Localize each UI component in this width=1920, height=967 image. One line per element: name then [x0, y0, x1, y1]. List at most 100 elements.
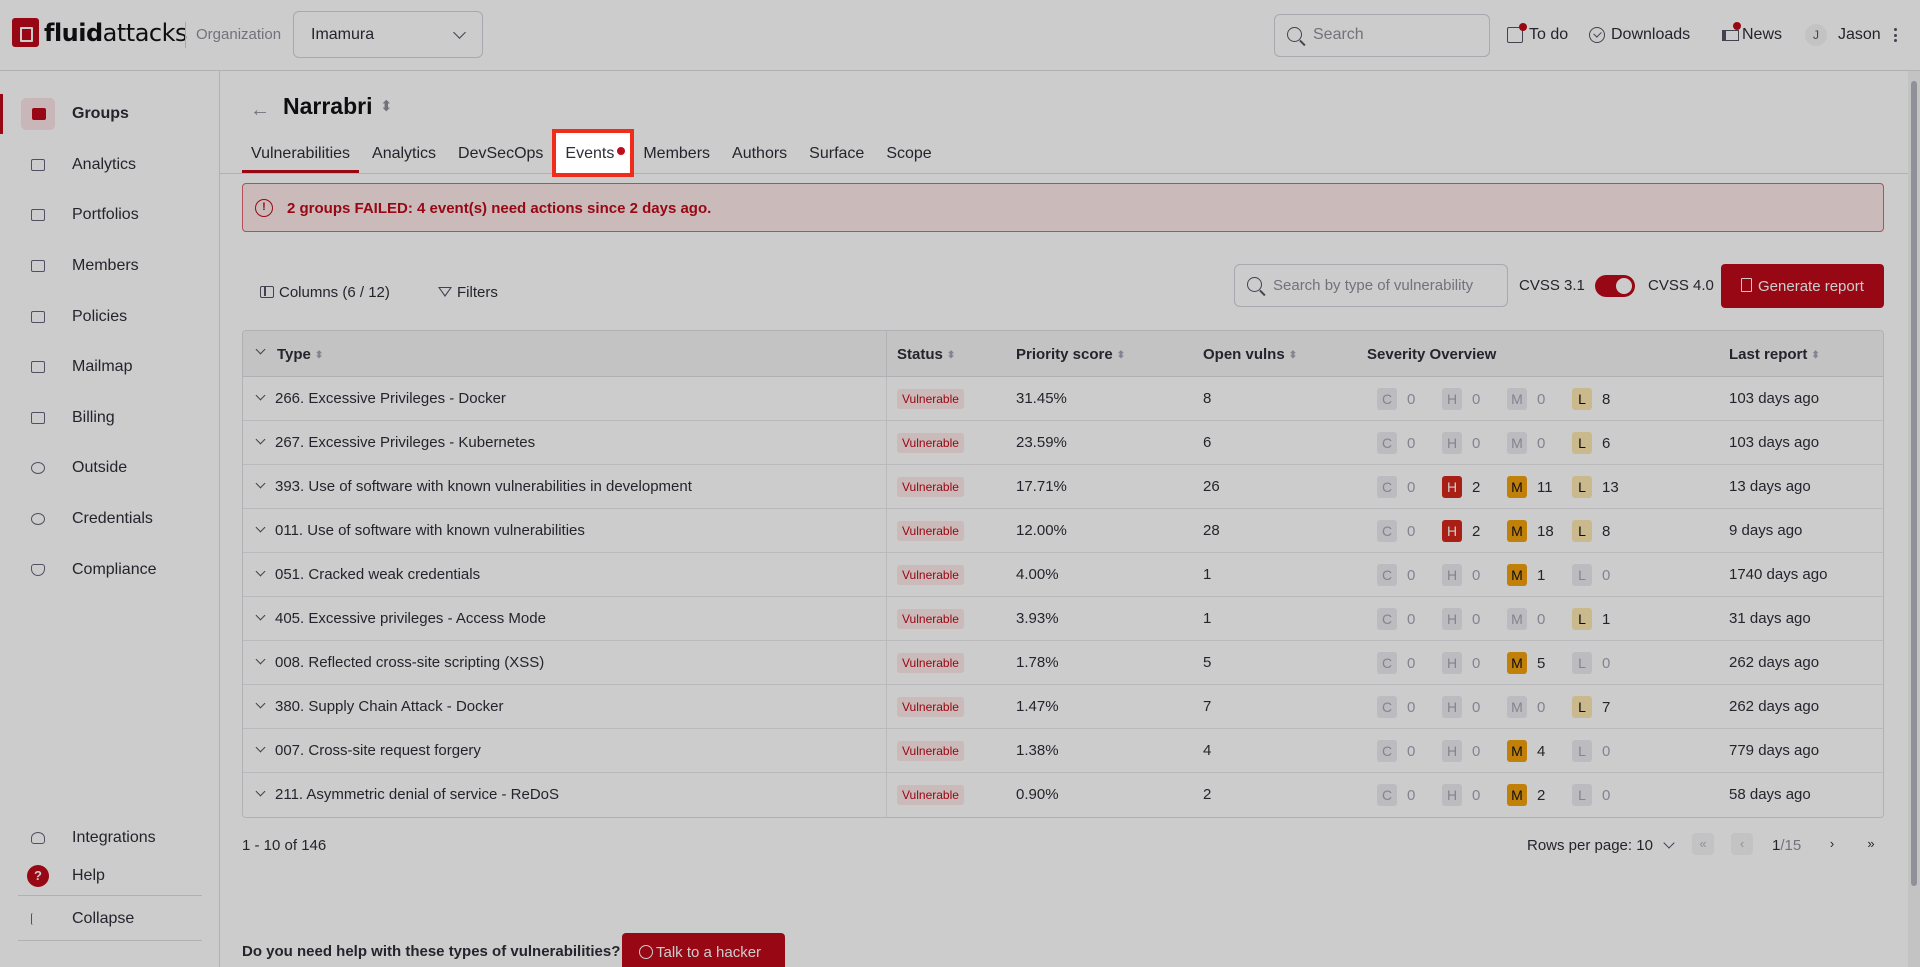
cell-type[interactable]: 393. Use of software with known vulnerab… — [275, 478, 692, 495]
downloads-button[interactable]: Downloads — [1589, 26, 1690, 44]
expand-all-chevron-icon[interactable] — [255, 344, 266, 355]
next-page-button[interactable]: › — [1821, 833, 1843, 855]
sidebar-item-mailmap[interactable]: Mailmap — [0, 347, 219, 387]
cell-type[interactable]: 007. Cross-site request forgery — [275, 742, 481, 759]
sidebar-item-policies[interactable]: Policies — [0, 297, 219, 337]
sidebar-item-members[interactable]: Members — [0, 246, 219, 286]
column-header-open-vulns[interactable]: Open vulns ⬍ — [1203, 346, 1297, 363]
severity-letter-badge: C — [1377, 652, 1397, 674]
sidebar-item-help[interactable]: ? Help — [0, 856, 219, 896]
column-header-type[interactable]: Type ⬍ — [277, 346, 323, 363]
cell-type[interactable]: 380. Supply Chain Attack - Docker — [275, 698, 503, 715]
talk-to-hacker-button[interactable]: Talk to a hacker — [622, 933, 785, 967]
cell-last-report: 9 days ago — [1729, 522, 1803, 539]
severity-count: 0 — [1407, 478, 1416, 496]
tab-devsecops[interactable]: DevSecOps — [449, 133, 552, 173]
expand-row-chevron-icon[interactable] — [255, 566, 266, 577]
table-row[interactable]: 011. Use of software with known vulnerab… — [243, 509, 1883, 553]
table-row[interactable]: 211. Asymmetric denial of service - ReDo… — [243, 773, 1883, 817]
tab-events[interactable]: Events — [552, 129, 635, 177]
avatar[interactable]: J — [1805, 24, 1827, 46]
back-arrow-icon[interactable]: ← — [250, 99, 270, 122]
cell-type[interactable]: 008. Reflected cross-site scripting (XSS… — [275, 654, 544, 671]
group-switch-icon[interactable]: ⬍ — [380, 97, 393, 115]
rows-per-page-select[interactable]: Rows per page: 10 — [1527, 837, 1675, 854]
organization-select[interactable]: Imamura — [293, 11, 483, 58]
tab-authors[interactable]: Authors — [723, 133, 796, 173]
news-button[interactable]: News — [1720, 22, 1782, 44]
sidebar-item-integrations[interactable]: Integrations — [0, 818, 219, 858]
sidebar-item-portfolios[interactable]: Portfolios — [0, 195, 219, 235]
severity-m-indicator: M0 — [1507, 608, 1545, 630]
scrollbar-thumb[interactable] — [1911, 81, 1917, 886]
cell-type[interactable]: 211. Asymmetric denial of service - ReDo… — [275, 786, 559, 803]
global-search-input[interactable]: Search — [1274, 14, 1490, 57]
table-row[interactable]: 393. Use of software with known vulnerab… — [243, 465, 1883, 509]
expand-row-chevron-icon[interactable] — [255, 786, 266, 797]
column-header-status[interactable]: Status ⬍ — [897, 346, 955, 363]
table-row[interactable]: 267. Excessive Privileges - Kubernetes Vu… — [243, 421, 1883, 465]
sidebar-item-analytics[interactable]: Analytics — [0, 145, 219, 185]
sidebar-item-groups[interactable]: Groups — [0, 94, 219, 134]
cell-type[interactable]: 011. Use of software with known vulnerab… — [275, 522, 585, 539]
expand-row-chevron-icon[interactable] — [255, 610, 266, 621]
severity-letter-badge: M — [1507, 432, 1527, 454]
cell-type[interactable]: 266. Excessive Privileges - Docker — [275, 390, 506, 407]
column-header-priority-score[interactable]: Priority score ⬍ — [1016, 346, 1125, 363]
status-badge: Vulnerable — [897, 521, 964, 541]
user-name[interactable]: Jason — [1838, 26, 1881, 44]
severity-count: 1 — [1602, 610, 1611, 628]
cell-type[interactable]: 405. Excessive privileges - Access Mode — [275, 610, 546, 627]
severity-count: 8 — [1602, 522, 1611, 540]
cell-type[interactable]: 051. Cracked weak credentials — [275, 566, 480, 583]
column-header-last-report[interactable]: Last report ⬍ — [1729, 346, 1820, 363]
columns-button[interactable]: Columns (6 / 12) — [260, 279, 390, 305]
expand-row-chevron-icon[interactable] — [255, 654, 266, 665]
filter-icon — [438, 287, 452, 297]
search-icon — [1247, 277, 1262, 292]
cvss-version-toggle[interactable] — [1595, 275, 1635, 297]
severity-h-indicator: H0 — [1442, 740, 1480, 762]
todo-button[interactable]: To do — [1507, 23, 1568, 44]
expand-row-chevron-icon[interactable] — [255, 698, 266, 709]
status-badge: Vulnerable — [897, 785, 964, 805]
table-row[interactable]: 380. Supply Chain Attack - Docker Vulnera… — [243, 685, 1883, 729]
expand-row-chevron-icon[interactable] — [255, 742, 266, 753]
collapse-sidebar-button[interactable]: Collapse — [0, 899, 219, 939]
generate-report-button[interactable]: Generate report — [1721, 264, 1884, 308]
sidebar-item-label: Mailmap — [72, 358, 133, 375]
last-page-button[interactable]: » — [1860, 833, 1882, 855]
table-row[interactable]: 266. Excessive Privileges - Docker Vulner… — [243, 377, 1883, 421]
severity-count: 0 — [1407, 698, 1416, 716]
fluidattacks-logo[interactable]: fluidattacks — [12, 18, 188, 47]
cell-priority-score: 1.47% — [1016, 698, 1059, 715]
table-row[interactable]: 405. Excessive privileges - Access Mode V… — [243, 597, 1883, 641]
tab-vulnerabilities[interactable]: Vulnerabilities — [242, 133, 360, 173]
tab-scope[interactable]: Scope — [877, 133, 940, 173]
tab-surface[interactable]: Surface — [800, 133, 873, 173]
table-row[interactable]: 007. Cross-site request forgery Vulnerabl… — [243, 729, 1883, 773]
severity-h-indicator: H2 — [1442, 476, 1480, 498]
first-page-button[interactable]: « — [1692, 833, 1714, 855]
kebab-menu-icon[interactable] — [1894, 28, 1897, 42]
previous-page-button[interactable]: ‹ — [1731, 833, 1753, 855]
tab-members[interactable]: Members — [634, 133, 719, 173]
sidebar-item-billing[interactable]: Billing — [0, 398, 219, 438]
page-scrollbar[interactable] — [1908, 71, 1920, 967]
expand-row-chevron-icon[interactable] — [255, 390, 266, 401]
expand-row-chevron-icon[interactable] — [255, 478, 266, 489]
filters-button[interactable]: Filters — [438, 279, 498, 305]
expand-row-chevron-icon[interactable] — [255, 522, 266, 533]
sidebar-item-outside[interactable]: Outside — [0, 448, 219, 488]
expand-row-chevron-icon[interactable] — [255, 434, 266, 445]
table-row[interactable]: 008. Reflected cross-site scripting (XSS… — [243, 641, 1883, 685]
tab-analytics[interactable]: Analytics — [363, 133, 445, 173]
vulnerability-search-input[interactable]: Search by type of vulnerability — [1234, 264, 1508, 307]
cell-type[interactable]: 267. Excessive Privileges - Kubernetes — [275, 434, 535, 451]
top-bar: fluidattacks Organization Imamura Search… — [0, 0, 1920, 71]
table-row[interactable]: 051. Cracked weak credentials Vulnerable 4… — [243, 553, 1883, 597]
cell-last-report: 103 days ago — [1729, 434, 1820, 451]
sidebar-item-credentials[interactable]: Credentials — [0, 499, 219, 539]
severity-count: 8 — [1602, 390, 1611, 408]
sidebar-item-compliance[interactable]: Compliance — [0, 550, 219, 590]
